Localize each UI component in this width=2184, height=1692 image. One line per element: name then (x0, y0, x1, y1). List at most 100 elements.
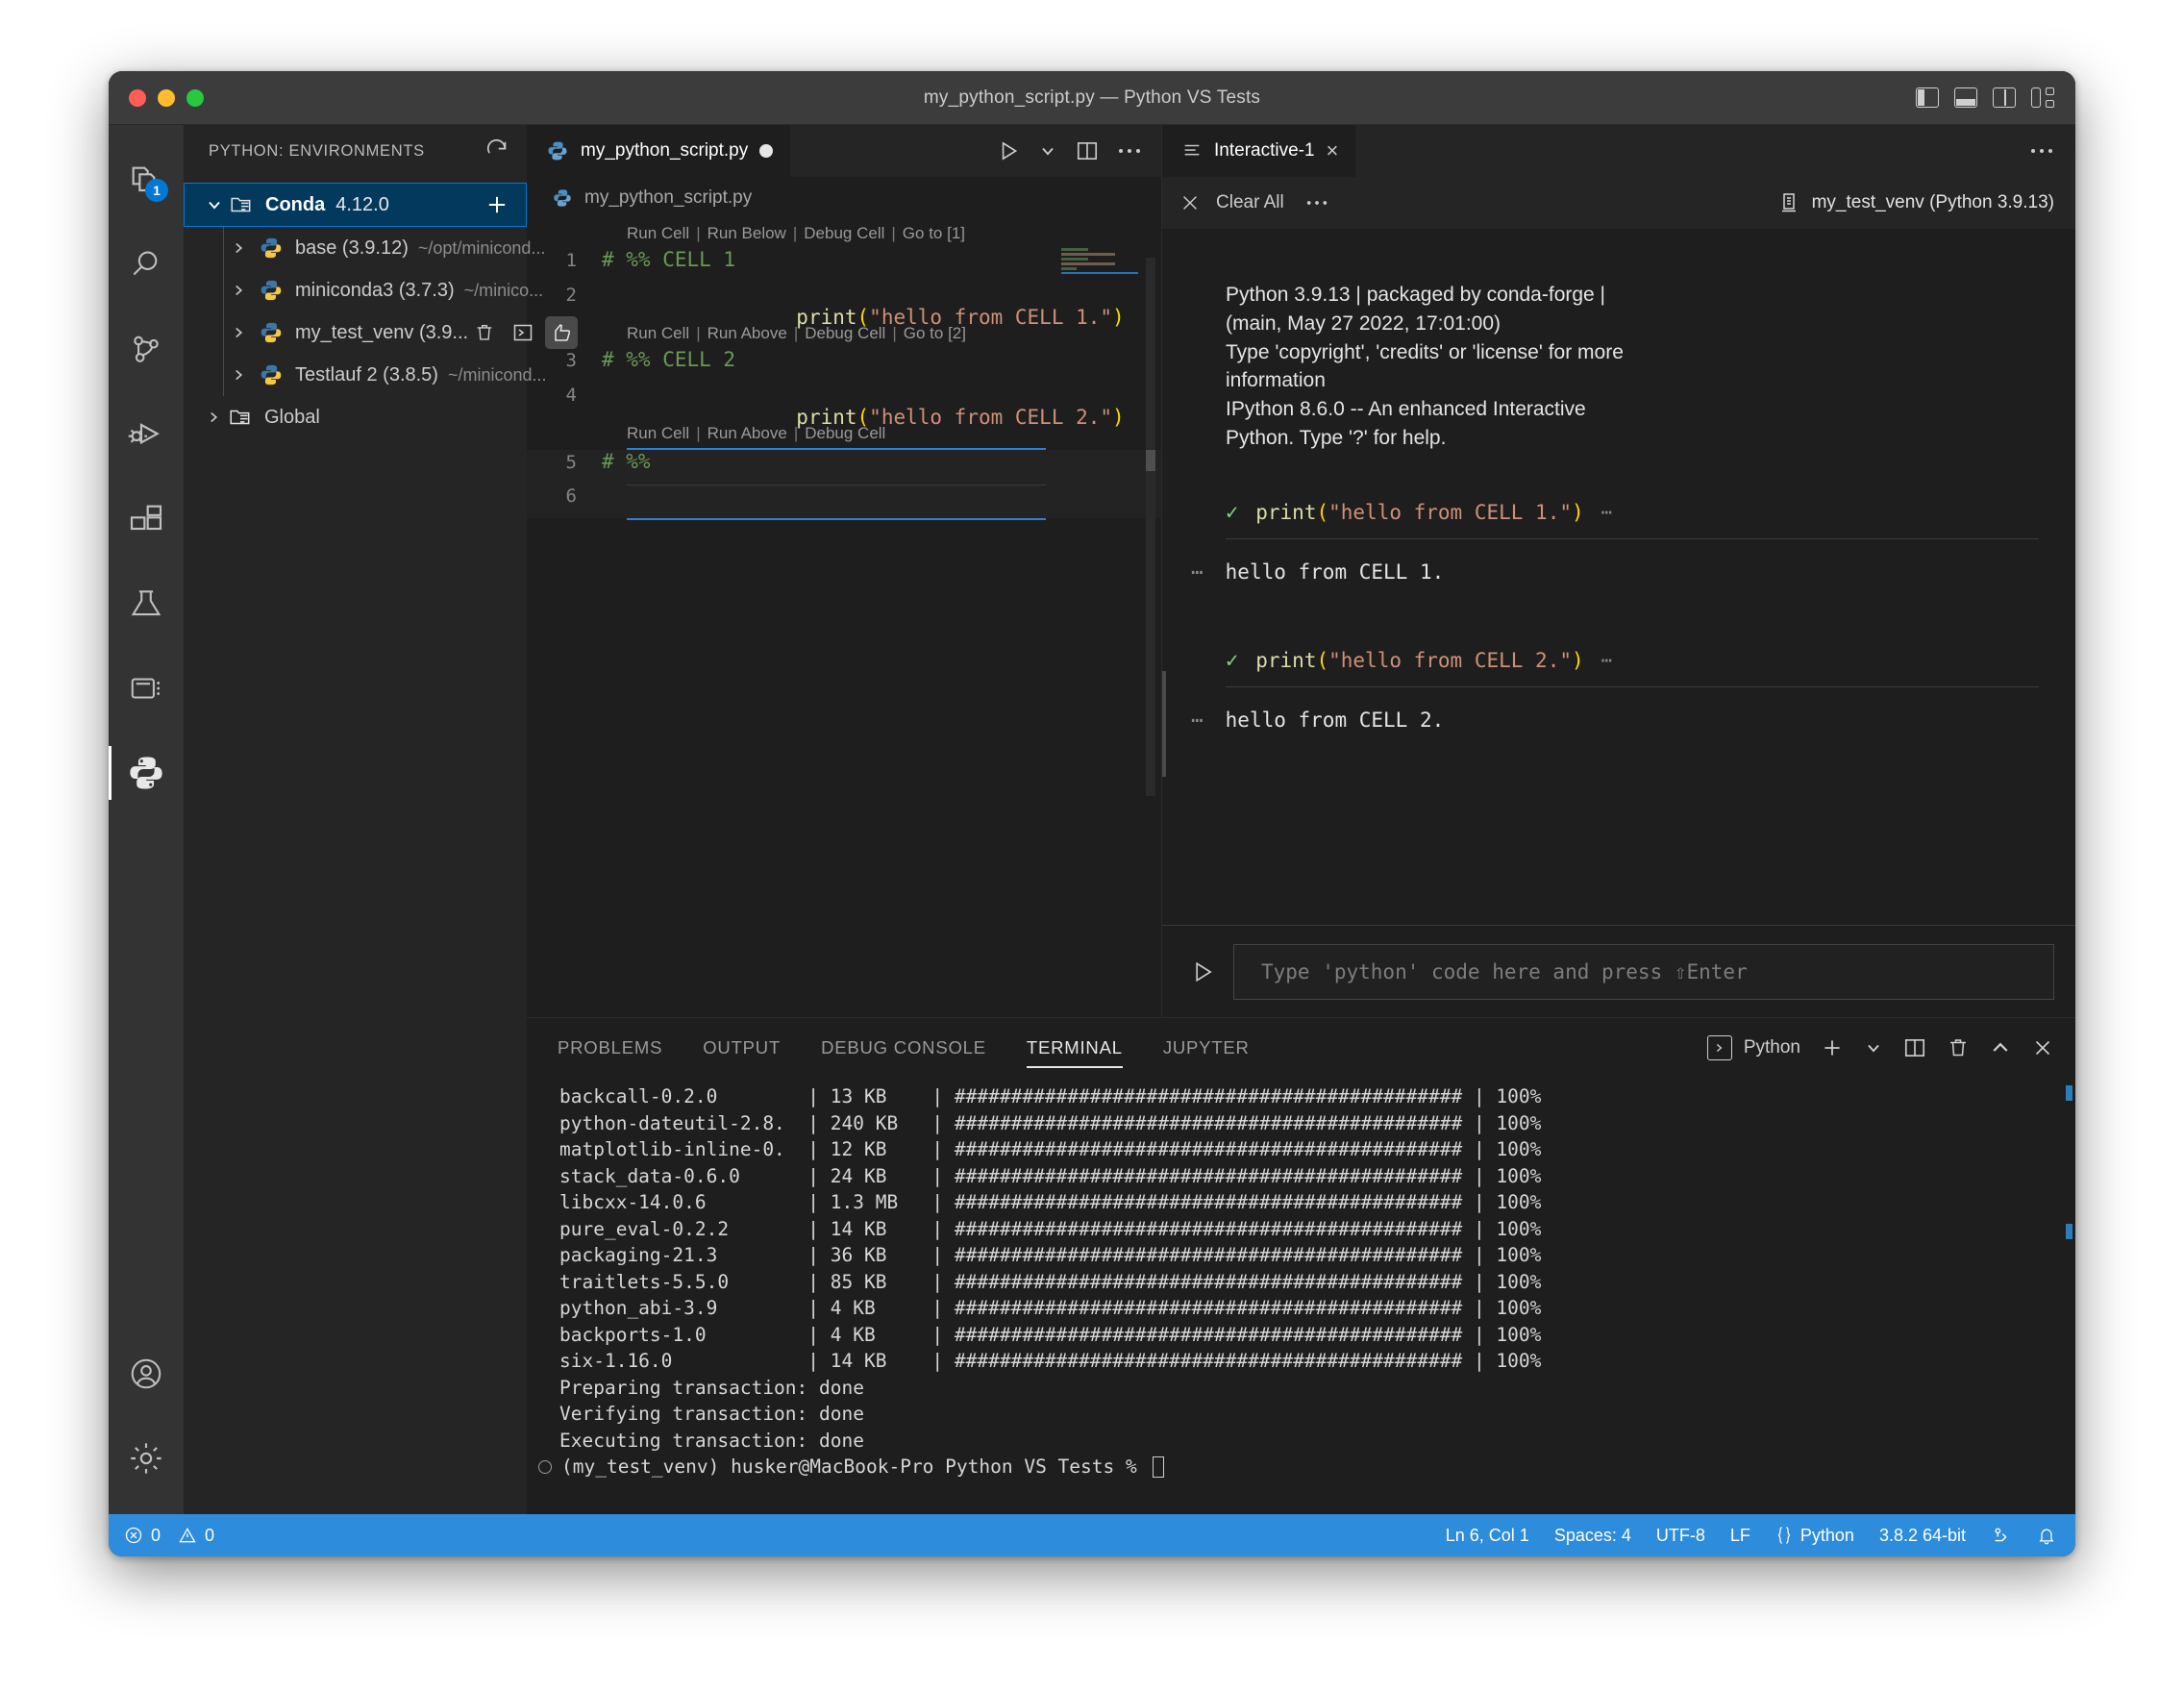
code-editor[interactable]: Run Cell | Run Below | Debug Cell | Go to [… (527, 219, 1161, 1017)
codelens-cell-1[interactable]: Run Cell | Run Below | Debug Cell | Go to [… (527, 219, 1161, 248)
tab-debug-console[interactable]: DEBUG CONSOLE (821, 1018, 986, 1078)
chevron-down-icon[interactable] (200, 195, 229, 214)
toggle-secondary-sidebar-icon[interactable] (1993, 87, 2016, 108)
banner-line: (main, May 27 2022, 17:01:00) (1226, 311, 1502, 335)
tree-item-my-test-venv[interactable]: my_test_venv (3.9... (184, 311, 579, 354)
active-terminal-selector[interactable]: Python (1706, 1035, 1800, 1060)
maximize-panel-icon[interactable] (1989, 1036, 2012, 1059)
codelens-run-below[interactable]: Run Below (707, 224, 786, 243)
customize-layout-icon[interactable] (2031, 87, 2054, 108)
codelens-run-cell[interactable]: Run Cell (627, 424, 689, 443)
codelens-run-cell[interactable]: Run Cell (627, 224, 689, 243)
code-line-5: 5 # %% (527, 450, 1161, 485)
language-mode[interactable]: Python (1775, 1526, 1854, 1546)
activity-jupyter[interactable] (109, 646, 184, 731)
sidebar: PYTHON: ENVIRONMENTS Conda 4.12.0 base (… (184, 125, 579, 1514)
activity-accounts[interactable] (109, 1331, 184, 1416)
run-python-file-icon[interactable] (996, 138, 1021, 163)
chevron-right-icon[interactable] (224, 239, 253, 257)
python-interpreter[interactable]: 3.8.2 64-bit (1879, 1526, 1966, 1546)
close-icon[interactable]: × (1327, 140, 1339, 162)
trash-icon[interactable] (468, 316, 501, 349)
codelens-go-to[interactable]: Go to [2] (904, 324, 966, 343)
zoom-window-button[interactable] (186, 88, 204, 107)
activity-source-control[interactable] (109, 308, 184, 392)
breadcrumb[interactable]: my_python_script.py (527, 177, 1161, 219)
cell-more-icon[interactable]: ⋯ (1601, 502, 1613, 523)
chevron-right-icon[interactable] (199, 409, 228, 426)
interactive-input[interactable]: Type 'python' code here and press ⇧Enter (1233, 943, 2054, 1000)
kernel-selector[interactable]: my_test_venv (Python 3.9.13) (1777, 191, 2054, 214)
tab-output[interactable]: OUTPUT (703, 1018, 781, 1078)
clear-all-icon[interactable] (1179, 192, 1201, 213)
activity-search[interactable] (109, 223, 184, 308)
close-panel-icon[interactable] (2031, 1036, 2054, 1059)
codelens-run-above[interactable]: Run Above (707, 324, 787, 343)
activity-explorer[interactable]: 1 (109, 138, 184, 223)
codelens-go-to[interactable]: Go to [1] (903, 224, 965, 243)
split-terminal-icon[interactable] (1902, 1035, 1927, 1060)
terminal-scrollbar[interactable] (2062, 1078, 2075, 1514)
more-actions-icon[interactable] (1117, 146, 1142, 156)
activity-manage-settings[interactable] (109, 1416, 184, 1501)
tab-terminal[interactable]: TERMINAL (1026, 1018, 1123, 1078)
split-editor-icon[interactable] (1075, 138, 1100, 163)
activity-run-and-debug[interactable] (109, 392, 184, 477)
codelens-run-above[interactable]: Run Above (707, 424, 787, 443)
activity-extensions[interactable] (109, 477, 184, 561)
activity-python-environments[interactable] (109, 731, 184, 815)
chevron-down-icon[interactable] (1038, 141, 1057, 161)
chevron-right-icon[interactable] (224, 324, 253, 341)
minimize-window-button[interactable] (158, 88, 175, 107)
remote-icon[interactable] (1991, 1525, 2012, 1546)
tree-item-base[interactable]: base (3.9.12) ~/opt/minicond... (184, 227, 545, 269)
window-controls[interactable] (129, 88, 204, 107)
terminal-output[interactable]: backcall-0.2.0 | 13 KB | ###############… (527, 1078, 2075, 1514)
more-actions-icon[interactable] (2029, 125, 2075, 177)
activity-testing[interactable] (109, 561, 184, 646)
chevron-right-icon[interactable] (224, 282, 253, 299)
tree-item-testlauf-2[interactable]: Testlauf 2 (3.8.5) ~/minicond... (184, 354, 547, 396)
run-icon[interactable] (1189, 958, 1216, 985)
more-actions-icon[interactable] (1305, 198, 1328, 208)
new-terminal-button[interactable] (1820, 1035, 1845, 1060)
close-window-button[interactable] (129, 88, 146, 107)
codelens-debug-cell[interactable]: Debug Cell (805, 424, 885, 443)
tree-item-conda[interactable]: Conda 4.12.0 (184, 183, 527, 227)
clear-all-button[interactable]: Clear All (1216, 192, 1284, 213)
codelens-run-cell[interactable]: Run Cell (627, 324, 689, 343)
cursor-position[interactable]: Ln 6, Col 1 (1446, 1526, 1529, 1546)
interactive-cell[interactable]: ✓ print("hello from CELL 1.") ⋯ ⋯ hello … (1181, 501, 2056, 584)
create-environment-button[interactable] (484, 191, 510, 218)
tree-item-global[interactable]: Global (184, 396, 527, 438)
toggle-panel-icon[interactable] (1954, 87, 1977, 108)
refresh-icon[interactable] (484, 138, 509, 163)
interactive-content[interactable]: Python 3.9.13 | packaged by conda-forge … (1162, 229, 2075, 925)
tab-my-python-script[interactable]: my_python_script.py (527, 125, 792, 177)
terminal-line: stack_data-0.6.0 | 24 KB | #############… (559, 1164, 1542, 1187)
problems-status[interactable]: 0 0 (124, 1526, 214, 1546)
indentation[interactable]: Spaces: 4 (1554, 1526, 1631, 1546)
chevron-down-icon[interactable] (1864, 1038, 1883, 1058)
chevron-right-icon[interactable] (224, 366, 253, 384)
cell-more-icon[interactable]: ⋯ (1601, 650, 1613, 671)
codelens-debug-cell[interactable]: Debug Cell (804, 224, 884, 243)
terminal-prompt[interactable]: (my_test_venv) husker@MacBook-Pro Python… (538, 1454, 2075, 1480)
interactive-cell[interactable]: ✓ print("hello from CELL 2.") ⋯ ⋯ hello … (1181, 649, 2056, 732)
toggle-primary-sidebar-icon[interactable] (1916, 87, 1939, 108)
encoding[interactable]: UTF-8 (1656, 1526, 1705, 1546)
tab-jupyter[interactable]: JUPYTER (1163, 1018, 1250, 1078)
braces-icon (1775, 1526, 1793, 1545)
conda-version: 4.12.0 (335, 193, 389, 215)
unsaved-indicator[interactable] (759, 144, 774, 158)
end-of-line[interactable]: LF (1730, 1526, 1750, 1546)
tab-interactive-1[interactable]: Interactive-1 × (1162, 125, 1357, 177)
codelens-debug-cell[interactable]: Debug Cell (805, 324, 885, 343)
kill-terminal-icon[interactable] (1947, 1036, 1970, 1059)
bell-icon[interactable] (2037, 1525, 2056, 1546)
minimap[interactable] (1059, 246, 1144, 281)
editor-scrollbar[interactable] (1146, 258, 1155, 796)
tab-problems[interactable]: PROBLEMS (558, 1018, 662, 1078)
code-text: # %% (602, 450, 651, 473)
tree-item-miniconda3[interactable]: miniconda3 (3.7.3) ~/minico... (184, 269, 543, 311)
